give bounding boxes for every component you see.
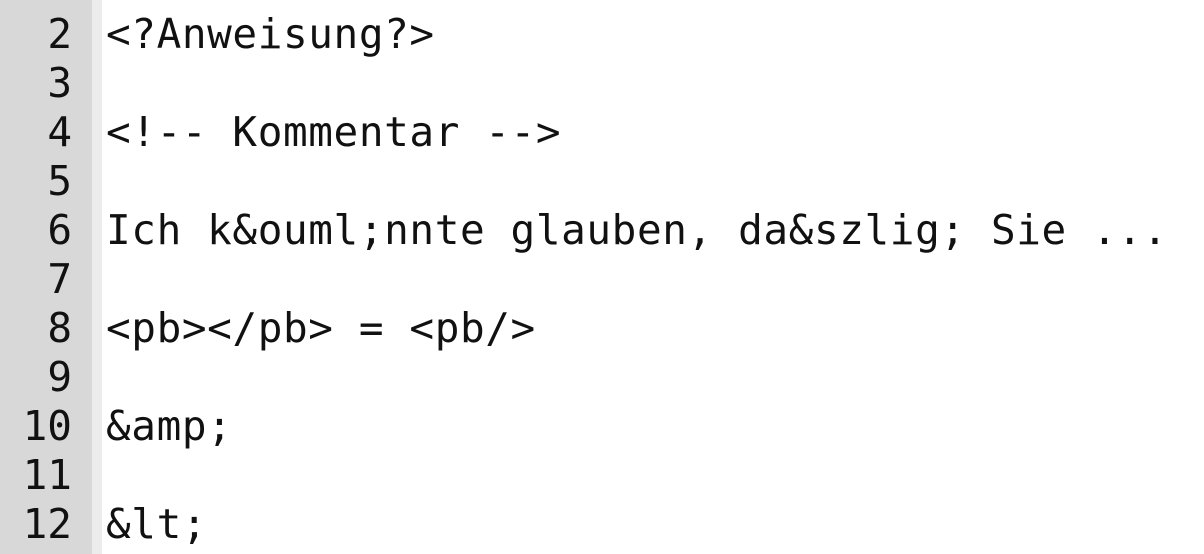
line-number: 11 (22, 451, 72, 499)
line-number: 7 (47, 255, 72, 303)
line-number: 5 (47, 157, 72, 205)
code-area[interactable]: <?Anweisung?> <!-- Kommentar --> Ich k&o… (92, 0, 1204, 554)
line-number: 4 (47, 108, 72, 156)
line-number: 3 (47, 59, 72, 107)
code-line[interactable]: <?Anweisung?> (106, 10, 435, 59)
line-number: 12 (22, 500, 72, 548)
code-line[interactable]: <!-- Kommentar --> (106, 108, 561, 157)
code-line[interactable]: &amp; (106, 402, 232, 451)
line-number: 10 (22, 402, 72, 450)
line-number-gutter: 2 3 4 5 6 7 8 9 10 11 12 (0, 0, 102, 554)
code-line[interactable]: Ich k&ouml;nnte glauben, da&szlig; Sie .… (106, 206, 1168, 255)
code-line[interactable]: &lt; (106, 500, 207, 549)
code-editor[interactable]: 2 3 4 5 6 7 8 9 10 11 12 <?Anweisung?> <… (0, 0, 1204, 554)
line-number: 9 (47, 353, 72, 401)
line-number: 8 (47, 304, 72, 352)
line-number: 6 (47, 206, 72, 254)
code-line[interactable]: <pb></pb> = <pb/> (106, 304, 536, 353)
line-number: 2 (47, 10, 72, 58)
